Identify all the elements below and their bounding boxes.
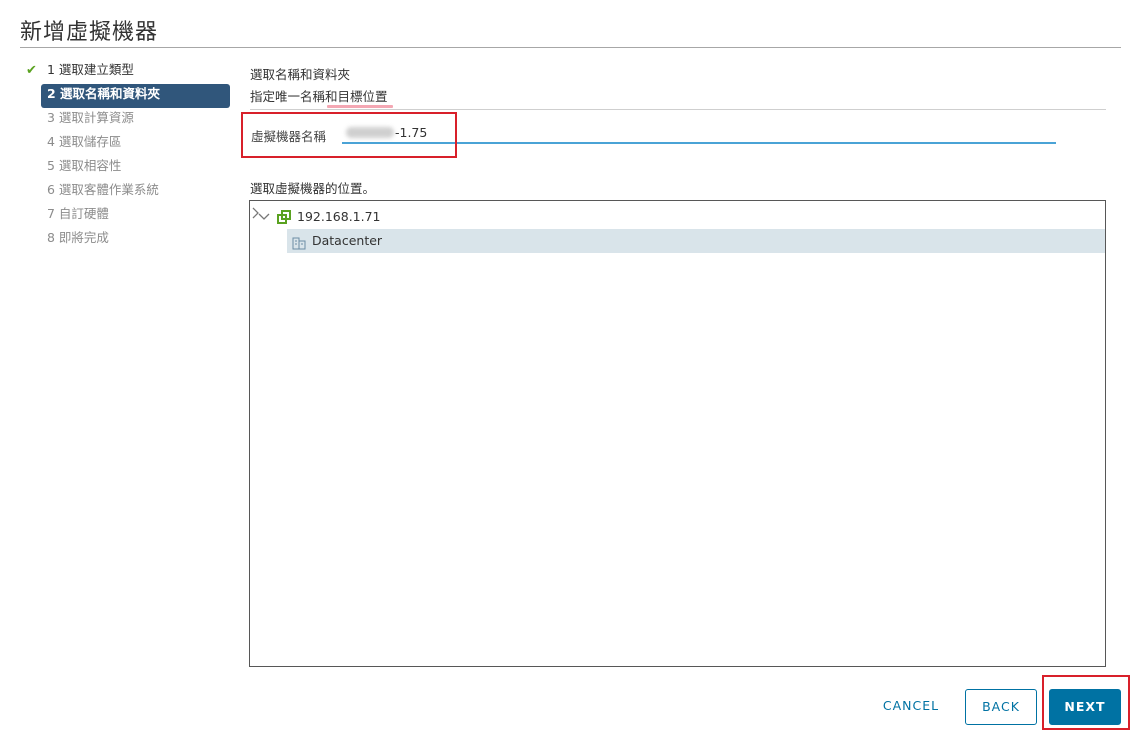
- checkmark-icon: ✔: [26, 63, 37, 78]
- step-label: 4 選取儲存區: [47, 134, 122, 149]
- step-select-compatibility[interactable]: 5 選取相容性: [26, 156, 232, 180]
- step-select-compute-resource[interactable]: 3 選取計算資源: [26, 108, 232, 132]
- back-button[interactable]: BACK: [965, 689, 1037, 725]
- tree-node-label: Datacenter: [312, 233, 383, 248]
- vcenter-host-icon: [277, 209, 292, 224]
- step-label: 6 選取客體作業系統: [47, 182, 159, 197]
- step-customize-hardware[interactable]: 7 自訂硬體: [26, 204, 232, 228]
- new-vm-wizard: 新增虛擬機器 ✔ 1 選取建立類型 2 選取名稱和資料夾 3 選取計算資源 4 …: [0, 0, 1148, 740]
- step-label: 2 選取名稱和資料夾: [47, 86, 161, 101]
- step-select-creation-type[interactable]: ✔ 1 選取建立類型: [26, 60, 232, 84]
- annotation-underline: [327, 105, 393, 108]
- location-label: 選取虛擬機器的位置。: [250, 181, 376, 196]
- step-select-storage[interactable]: 4 選取儲存區: [26, 132, 232, 156]
- section-divider: [250, 109, 1106, 110]
- wizard-steps: ✔ 1 選取建立類型 2 選取名稱和資料夾 3 選取計算資源 4 選取儲存區 5…: [26, 60, 232, 252]
- tree-node-label: 192.168.1.71: [297, 209, 381, 224]
- step-label: 8 即將完成: [47, 230, 109, 245]
- step-ready-to-complete[interactable]: 8 即將完成: [26, 228, 232, 252]
- section-subtitle: 指定唯一名稱和目標位置: [250, 89, 388, 104]
- step-label: 7 自訂硬體: [47, 206, 109, 221]
- title-divider: [20, 47, 1121, 48]
- page-title: 新增虛擬機器: [20, 20, 159, 45]
- location-tree: 192.168.1.71 Datacenter: [249, 200, 1106, 667]
- step-select-guest-os[interactable]: 6 選取客體作業系統: [26, 180, 232, 204]
- highlight-box-vm-name: [241, 112, 457, 158]
- chevron-down-icon[interactable]: [258, 205, 270, 237]
- cancel-button[interactable]: CANCEL: [872, 689, 950, 725]
- step-label: 5 選取相容性: [47, 158, 122, 173]
- highlight-box-next: [1042, 675, 1130, 730]
- datacenter-icon: [292, 234, 306, 250]
- step-label: 1 選取建立類型: [47, 62, 134, 77]
- section-title: 選取名稱和資料夾: [250, 67, 351, 82]
- step-select-name-folder[interactable]: 2 選取名稱和資料夾: [41, 84, 230, 108]
- step-label: 3 選取計算資源: [47, 110, 134, 125]
- tree-node-host[interactable]: 192.168.1.71: [250, 205, 1105, 229]
- tree-node-datacenter[interactable]: Datacenter: [287, 229, 1105, 253]
